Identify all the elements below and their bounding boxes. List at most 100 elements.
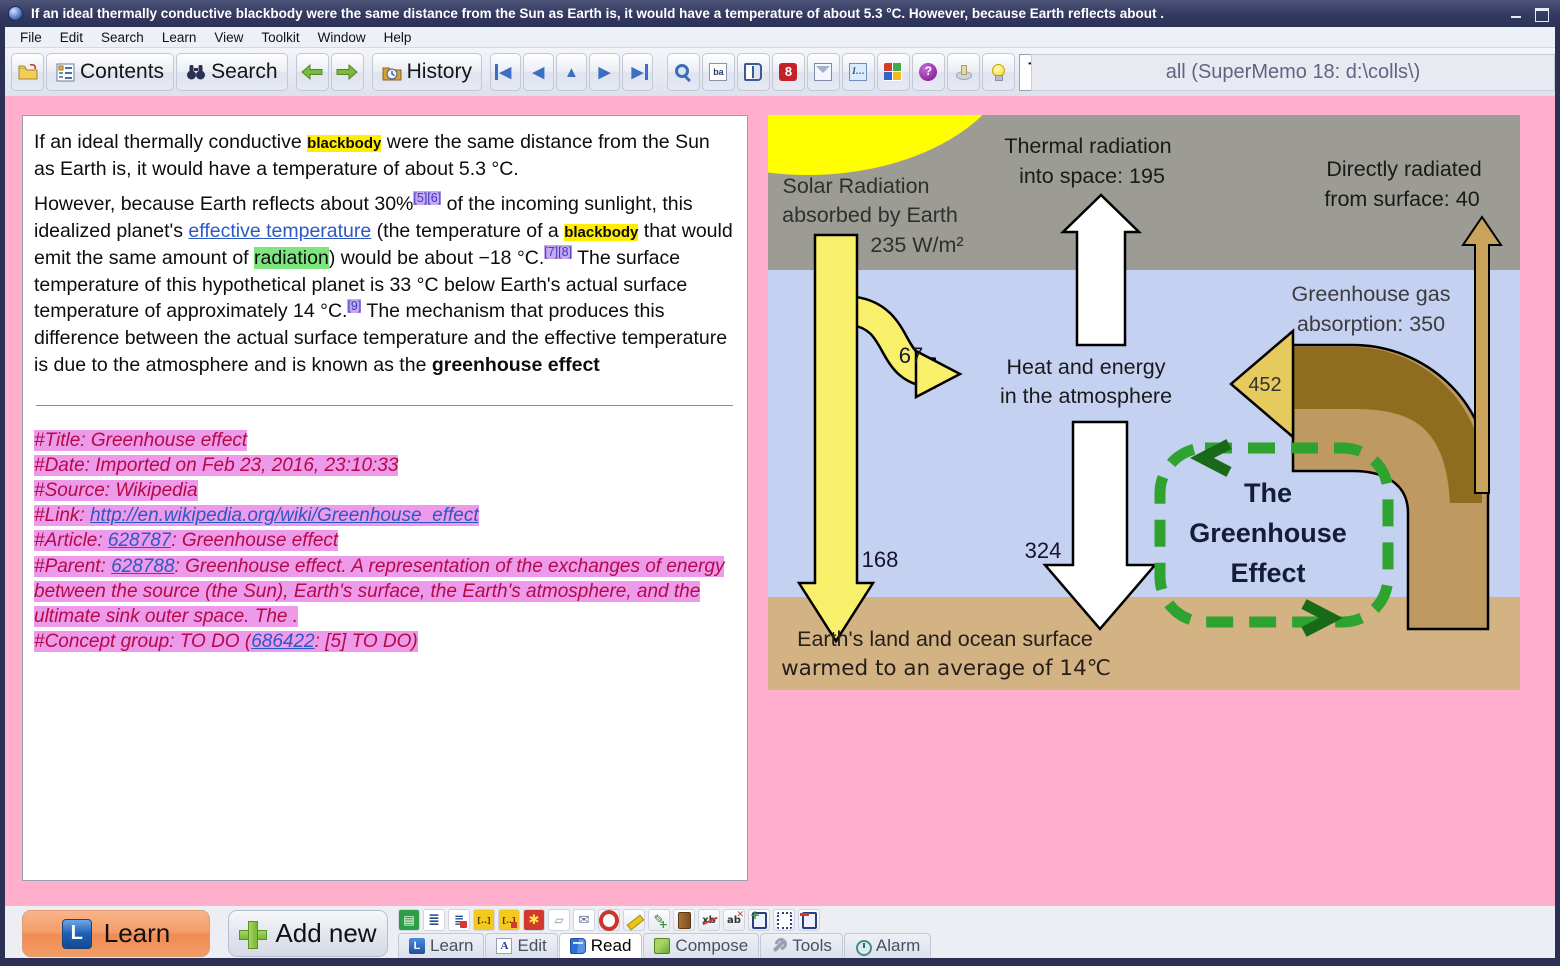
- door-icon[interactable]: [673, 909, 695, 931]
- metadata-line: #Concept group: TO DO (686422: [5] TO DO…: [34, 629, 735, 654]
- inline-link[interactable]: 628788: [111, 556, 174, 577]
- contents-button[interactable]: Contents: [46, 53, 174, 91]
- translate-button[interactable]: [702, 53, 735, 91]
- alarm-del-icon[interactable]: [798, 909, 820, 931]
- tab-compose[interactable]: Compose: [643, 933, 759, 958]
- svg-text:absorbed by Earth: absorbed by Earth: [782, 203, 958, 227]
- mail-button[interactable]: [807, 53, 840, 91]
- up-button[interactable]: ▲: [556, 53, 587, 91]
- contents-icon: [56, 63, 75, 82]
- svg-text:Heat and energy: Heat and energy: [1007, 355, 1166, 379]
- highlight-icon[interactable]: [623, 909, 645, 931]
- text-segment: : [5] TO DO): [315, 631, 418, 652]
- article-metadata: #Title: Greenhouse effect #Date: Imported…: [34, 428, 735, 654]
- menu-item-search[interactable]: Search: [92, 28, 153, 47]
- quick-icon-row: [398, 907, 820, 933]
- tab-edit[interactable]: Edit: [485, 933, 557, 958]
- inline-link[interactable]: 686422: [251, 631, 314, 652]
- menu-item-edit[interactable]: Edit: [51, 28, 92, 47]
- article-panel[interactable]: If an ideal thermally conductive blackbo…: [22, 115, 748, 881]
- tab-label: Read: [591, 936, 632, 956]
- import-folder-button[interactable]: [11, 53, 44, 91]
- text-segment: #Concept group: TO DO (: [34, 631, 251, 652]
- menu-item-window[interactable]: Window: [309, 28, 375, 47]
- alarm-add-icon[interactable]: [748, 909, 770, 931]
- collection-status-button[interactable]: all (SuperMemo 18: d:\colls\): [1031, 54, 1555, 91]
- toolbar: Contents Search: [5, 48, 1555, 96]
- help-ring-icon[interactable]: [598, 909, 620, 931]
- remove-format-icon[interactable]: [698, 909, 720, 931]
- search-button[interactable]: Search: [176, 53, 288, 91]
- maximize-icon[interactable]: [1535, 8, 1548, 19]
- back-button[interactable]: [296, 53, 329, 91]
- text-segment: #Date: Imported on Feb 23, 2016, 23:10:3…: [34, 455, 398, 476]
- remove-text-icon[interactable]: [723, 909, 745, 931]
- svg-text:Greenhouse gas: Greenhouse gas: [1292, 282, 1451, 306]
- mail-icon: [814, 63, 832, 81]
- menu-item-learn[interactable]: Learn: [153, 28, 206, 47]
- email-icon[interactable]: [573, 909, 595, 931]
- article-paragraph: If an ideal thermally conductive blackbo…: [34, 129, 735, 183]
- dictionary-button[interactable]: [737, 53, 770, 91]
- paste-icon[interactable]: [398, 909, 420, 931]
- cloze-icon[interactable]: [473, 909, 495, 931]
- zoom-icon: [674, 63, 692, 81]
- previous-button[interactable]: ◀: [523, 53, 554, 91]
- notes-icon[interactable]: [423, 909, 445, 931]
- svg-text:324: 324: [1025, 538, 1062, 563]
- inline-link[interactable]: http://en.wikipedia.org/wiki/Greenhouse_…: [90, 505, 479, 526]
- metadata-line: #Parent: 628788: Greenhouse effect. A re…: [34, 554, 735, 629]
- windows-button[interactable]: [877, 53, 910, 91]
- svg-text:Earth's land and ocean surface: Earth's land and ocean surface: [797, 627, 1093, 651]
- tab-learn[interactable]: Learn: [398, 933, 484, 958]
- copy-doc-icon[interactable]: [448, 909, 470, 931]
- metadata-line: #Link: http://en.wikipedia.org/wiki/Gree…: [34, 503, 735, 528]
- alarm-dot-icon[interactable]: [773, 909, 795, 931]
- text-segment: [7][8]: [544, 245, 572, 259]
- menu-item-view[interactable]: View: [205, 28, 252, 47]
- last-button[interactable]: ▶: [622, 53, 653, 91]
- lightbulb-icon: [989, 63, 1007, 81]
- title-icon: [849, 63, 867, 81]
- previous-icon: ◀: [533, 63, 545, 81]
- tab-tools[interactable]: Tools: [760, 933, 843, 958]
- tab-alarm[interactable]: Alarm: [844, 933, 931, 958]
- menu-item-toolkit[interactable]: Toolkit: [252, 28, 308, 47]
- tab-label: Tools: [792, 936, 832, 956]
- help-button[interactable]: [912, 53, 945, 91]
- hand-button[interactable]: [947, 53, 980, 91]
- forward-button[interactable]: [331, 53, 364, 91]
- cloze-keep-icon[interactable]: [498, 909, 520, 931]
- lightbulb-button[interactable]: [982, 53, 1015, 91]
- title-button[interactable]: [842, 53, 875, 91]
- minimize-icon[interactable]: [1510, 8, 1523, 19]
- compose-tab-icon: [654, 938, 670, 954]
- contents-label: Contents: [80, 60, 164, 84]
- tab-label: Learn: [430, 936, 473, 956]
- title-bar: If an ideal thermally conductive blackbo…: [0, 0, 1560, 27]
- history-icon: [382, 64, 402, 81]
- hand-icon: [954, 63, 972, 81]
- annotate-icon[interactable]: [648, 909, 670, 931]
- text-segment: : Greenhouse effect: [171, 530, 338, 551]
- history-button[interactable]: History: [372, 53, 482, 91]
- learn-button[interactable]: L Learn: [22, 910, 210, 957]
- tab-read[interactable]: Read: [559, 933, 643, 958]
- window-frame: [0, 958, 1560, 966]
- google-button[interactable]: [772, 53, 805, 91]
- next-button[interactable]: ▶: [589, 53, 620, 91]
- menu-item-help[interactable]: Help: [375, 28, 421, 47]
- occlusion-icon[interactable]: [523, 909, 545, 931]
- text-segment: #Title: Greenhouse effect: [34, 430, 247, 451]
- zoom-button[interactable]: [667, 53, 700, 91]
- menu-item-file[interactable]: File: [11, 28, 51, 47]
- first-button[interactable]: ◀: [490, 53, 521, 91]
- text-segment: greenhouse effect: [432, 354, 600, 376]
- inline-link[interactable]: effective temperature: [188, 220, 371, 242]
- main-area: If an ideal thermally conductive blackbo…: [5, 96, 1555, 906]
- inline-link[interactable]: 628787: [108, 530, 171, 551]
- back-arrow-icon: [301, 64, 323, 80]
- add-new-button[interactable]: Add new: [228, 910, 388, 957]
- plus-icon: [239, 921, 265, 947]
- new-article-icon[interactable]: [548, 909, 570, 931]
